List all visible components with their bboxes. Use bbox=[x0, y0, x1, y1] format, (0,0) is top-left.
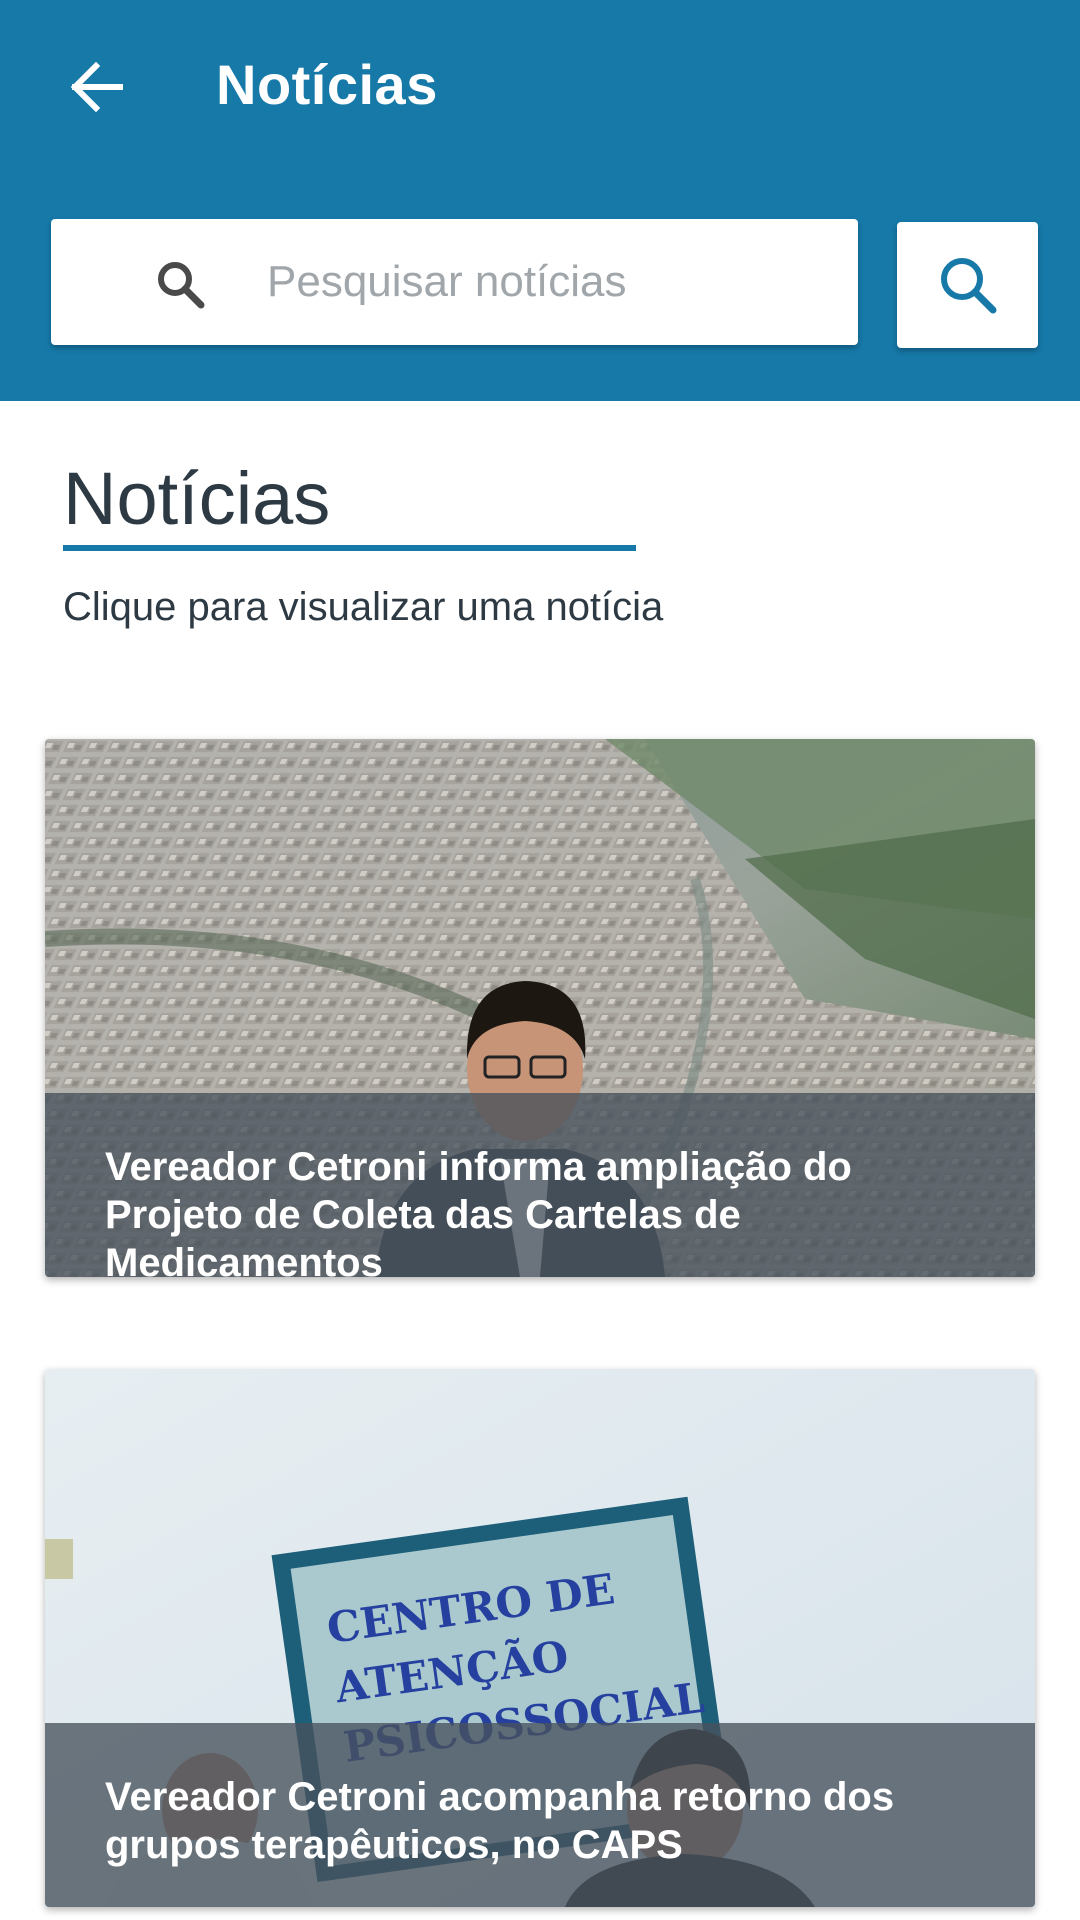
section-title: Notícias bbox=[63, 457, 331, 540]
back-button[interactable] bbox=[62, 52, 132, 122]
news-card[interactable]: Vereador Cetroni informa ampliação do Pr… bbox=[45, 739, 1035, 1277]
news-card-title: Vereador Cetroni acompanha retorno dos g… bbox=[45, 1723, 1035, 1907]
search-icon bbox=[940, 258, 996, 314]
app-title: Notícias bbox=[216, 53, 438, 116]
search-icon bbox=[158, 262, 205, 309]
news-card[interactable]: CENTRO DE ATENÇÃO PSICOSSOCIAL Vereador … bbox=[45, 1369, 1035, 1907]
search-input[interactable] bbox=[267, 237, 827, 327]
app-bar: Notícias bbox=[0, 0, 1080, 401]
section-underline bbox=[63, 545, 636, 551]
arrow-left-icon bbox=[70, 62, 123, 112]
news-card-title: Vereador Cetroni informa ampliação do Pr… bbox=[45, 1093, 1035, 1277]
search-field[interactable] bbox=[51, 219, 858, 345]
search-button[interactable] bbox=[897, 222, 1038, 348]
section-subtitle: Clique para visualizar uma notícia bbox=[63, 585, 664, 629]
